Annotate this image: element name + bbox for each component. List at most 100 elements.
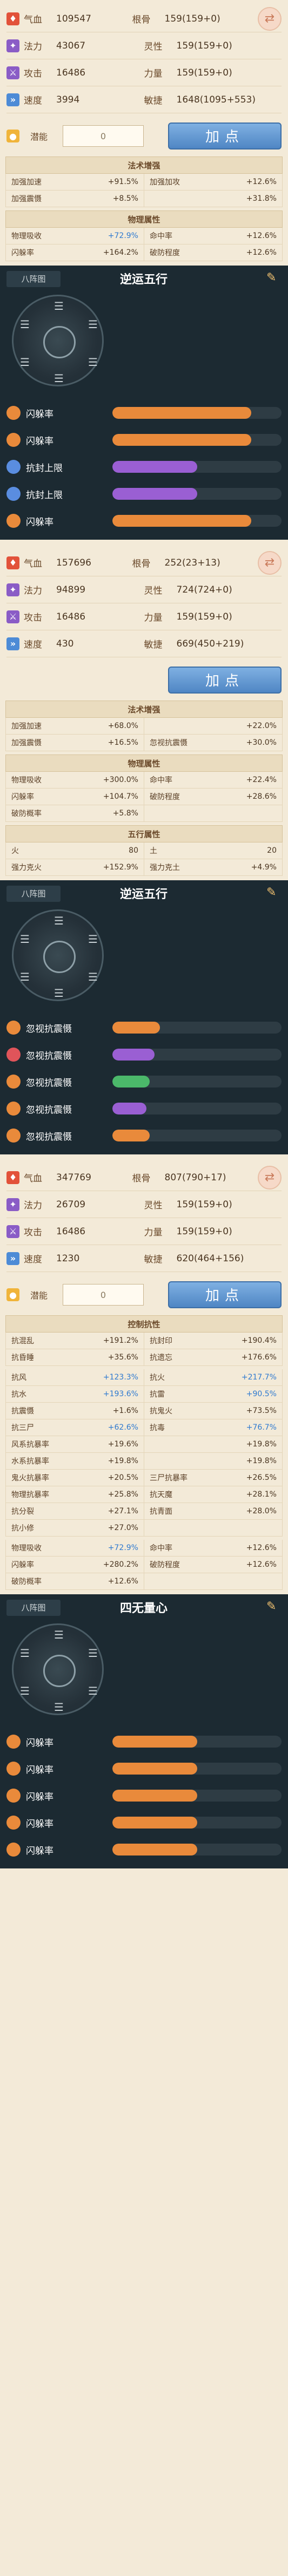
formation-slot[interactable]: 闪躲率 xyxy=(6,1728,282,1755)
slot-progress-fill xyxy=(112,1130,150,1141)
formation-header: 八阵图 ☰ ☰ ☰ ☰ ☰ ☰ 逆运五行 xyxy=(0,880,288,1012)
attribute-cell: 抗水 +193.6% xyxy=(6,1386,144,1402)
formation-ring xyxy=(43,941,76,973)
slot-attribute-name: 忽视抗震慑 xyxy=(26,1023,72,1035)
formation-left: 八阵图 ☰ ☰ ☰ ☰ ☰ ☰ xyxy=(6,1600,115,1723)
formation-tab[interactable]: 八阵图 xyxy=(6,271,61,287)
attribute-name: 抗封印 xyxy=(150,1337,172,1345)
stat-row: ♦ 气血 109547 根骨 159(159+0) ⇄ xyxy=(6,5,282,32)
attribute-name: 抗震慑 xyxy=(11,1407,34,1416)
attribute-value: +217.7% xyxy=(241,1373,277,1382)
attribute-name: 抗分裂 xyxy=(11,1507,34,1516)
attribute-cell: 物理吸收 +300.0% xyxy=(6,772,144,788)
formation-disc-icon[interactable]: ☰ ☰ ☰ ☰ ☰ ☰ xyxy=(12,1623,104,1715)
slot-badge-icon xyxy=(6,1075,21,1089)
formation-slot[interactable]: 忽视抗震慑 xyxy=(6,1014,282,1041)
slot-badge-icon xyxy=(6,1021,21,1035)
attribute-row: 破防概率 +12.6% xyxy=(5,1573,283,1590)
formation-tab[interactable]: 八阵图 xyxy=(6,886,61,902)
swap-icon[interactable]: ⇄ xyxy=(258,550,282,575)
attribute-cell: 闪躲率 +280.2% xyxy=(6,1557,144,1573)
formation-disc-icon[interactable]: ☰ ☰ ☰ ☰ ☰ ☰ xyxy=(12,295,104,386)
edit-icon[interactable]: ✎ xyxy=(266,886,282,901)
attribute-name: 加强加攻 xyxy=(150,178,180,187)
attribute-value: +19.8% xyxy=(108,1457,138,1465)
formation-left: 八阵图 ☰ ☰ ☰ ☰ ☰ ☰ xyxy=(6,271,115,394)
attribute-name: 抗昏睡 xyxy=(11,1354,34,1362)
formation-slot[interactable]: 忽视抗震慑 xyxy=(6,1122,282,1149)
attribute-value: +27.1% xyxy=(108,1507,138,1515)
attribute-cell: 物理抗暴率 +25.8% xyxy=(6,1486,144,1503)
attribute-name: 抗毒 xyxy=(150,1424,165,1432)
edit-icon[interactable]: ✎ xyxy=(266,1600,282,1615)
slot-badge-icon xyxy=(6,1789,21,1803)
attribute-row: 闪躲率 +280.2% 破防程度 +12.6% xyxy=(5,1557,283,1573)
attribute-row: 抗小修 +27.0% xyxy=(5,1520,283,1537)
attribute-name: 物理吸收 xyxy=(11,1544,42,1553)
stat-value: 1648(1095+553) xyxy=(176,94,256,105)
add-point-button[interactable]: 加点 xyxy=(168,1281,282,1308)
attribute-name: 抗小修 xyxy=(11,1524,34,1533)
formation-slot[interactable]: 闪躲率 xyxy=(6,1836,282,1863)
formation-slot[interactable]: 忽视抗震慑 xyxy=(6,1041,282,1068)
add-point-button[interactable]: 加点 xyxy=(168,123,282,149)
potential-row: ● 潜能 0 加点 xyxy=(0,1277,288,1312)
potential-icon: ● xyxy=(6,1288,19,1301)
attribute-cell: 加强加速 +91.5% xyxy=(6,174,144,190)
formation-title: 四无量心 xyxy=(120,1602,168,1615)
swap-icon[interactable]: ⇄ xyxy=(258,6,282,31)
sword-icon: ⚔ xyxy=(6,1225,19,1238)
attribute-value: +26.5% xyxy=(246,1473,277,1482)
swap-icon[interactable]: ⇄ xyxy=(258,1165,282,1190)
attribute-cell: 水系抗暴率 +19.8% xyxy=(6,1453,144,1469)
formation-tab[interactable]: 八阵图 xyxy=(6,1600,61,1616)
formation-slot[interactable]: 闪躲率 xyxy=(6,1809,282,1836)
stat-cell: 力量 159(159+0) xyxy=(144,610,282,624)
formation-slot[interactable]: 闪躲率 xyxy=(6,1782,282,1809)
edit-icon[interactable]: ✎ xyxy=(266,271,282,286)
potential-input[interactable]: 0 xyxy=(63,125,144,147)
slot-badge-icon xyxy=(6,487,21,501)
stat-value: 724(724+0) xyxy=(176,584,232,595)
attribute-name: 加强加速 xyxy=(11,178,42,187)
formation-slot[interactable]: 闪躲率 xyxy=(6,507,282,534)
formation-slot[interactable]: 闪躲率 xyxy=(6,399,282,426)
attribute-name: 闪躲率 xyxy=(11,249,34,257)
attribute-name: 闪躲率 xyxy=(11,793,34,801)
formation-slot[interactable]: 忽视抗震慑 xyxy=(6,1095,282,1122)
slot-progress-fill xyxy=(112,461,197,473)
attribute-cell xyxy=(144,1520,282,1536)
formation-slot[interactable]: 抗封上限 xyxy=(6,480,282,507)
attribute-row: 抗水 +193.6% 抗雷 +90.5% xyxy=(5,1386,283,1403)
add-point-button[interactable]: 加点 xyxy=(168,667,282,694)
slot-progress-fill xyxy=(112,434,251,446)
formation-slot[interactable]: 抗封上限 xyxy=(6,453,282,480)
attribute-row: 闪躲率 +104.7% 破防程度 +28.6% xyxy=(5,789,283,805)
attribute-name: 破防概率 xyxy=(11,1578,42,1586)
attribute-name: 抗鬼火 xyxy=(150,1407,172,1416)
formation-panel: 八阵图 ☰ ☰ ☰ ☰ ☰ ☰ 四无量心 ✎ 闪躲率 闪躲率 闪躲率 闪躲率 闪躲率 xyxy=(0,1594,288,1868)
stat-cell: ⚔ 攻击 16486 xyxy=(6,610,144,623)
stat-value: 16486 xyxy=(56,611,86,622)
slot-badge-icon xyxy=(6,514,21,528)
formation-disc-icon[interactable]: ☰ ☰ ☰ ☰ ☰ ☰ xyxy=(12,909,104,1001)
attribute-cell: 物理吸收 +72.9% xyxy=(6,1540,144,1556)
formation-title: 逆运五行 xyxy=(120,888,168,901)
slot-attribute-name: 忽视抗震慑 xyxy=(26,1104,72,1116)
stat-label: 根骨 xyxy=(132,559,151,569)
stat-label: 攻击 xyxy=(24,613,42,623)
formation-pip-icon: ☰ xyxy=(88,933,98,946)
potential-input[interactable]: 0 xyxy=(63,1284,144,1306)
stat-cell: ✦ 法力 43067 xyxy=(6,39,144,52)
attribute-row: 水系抗暴率 +19.8% +19.8% xyxy=(5,1453,283,1470)
stat-row: ✦ 法力 43067 灵性 159(159+0) xyxy=(6,32,282,59)
attribute-cell: 破防程度 +28.6% xyxy=(144,789,282,805)
hp-icon: ♦ xyxy=(6,12,19,25)
formation-ring xyxy=(43,326,76,358)
formation-slot[interactable]: 闪躲率 xyxy=(6,1755,282,1782)
formation-slot[interactable]: 忽视抗震慑 xyxy=(6,1068,282,1095)
attribute-value: +20.5% xyxy=(108,1473,138,1482)
attribute-value: +152.9% xyxy=(103,863,138,872)
formation-pip-icon: ☰ xyxy=(20,318,30,331)
formation-slot[interactable]: 闪躲率 xyxy=(6,426,282,453)
